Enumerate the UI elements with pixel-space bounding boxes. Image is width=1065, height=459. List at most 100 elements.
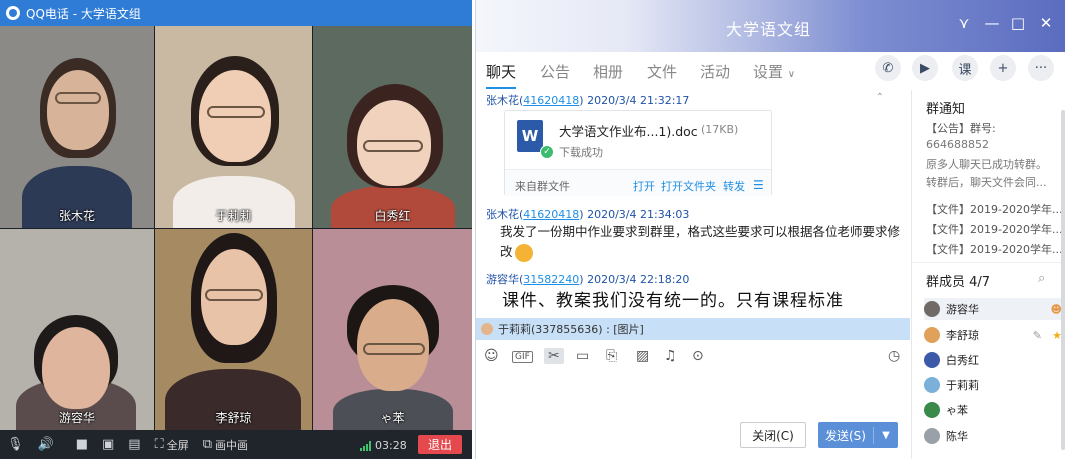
video-tile[interactable]: 游容华: [0, 229, 154, 430]
participant-name: 李舒琼: [215, 411, 252, 425]
message-meta: 张木花(41620418) 2020/3/4 21:34:03: [486, 208, 690, 221]
file-actions: 来自群文件 打开 打开文件夹 转发 ☰: [505, 169, 771, 196]
pip-icon: ⧉: [202, 437, 212, 452]
avatar: [924, 402, 940, 418]
chevron-down-icon[interactable]: ▼: [874, 430, 898, 441]
fullscreen-button[interactable]: ⛶ 全屏: [148, 430, 196, 459]
scissors-icon[interactable]: ✂: [544, 348, 564, 364]
speaker-icon[interactable]: 🔊: [31, 430, 61, 459]
member-item[interactable]: 李舒琼 ✎ ★: [924, 324, 1064, 346]
participant-name: 于莉莉: [215, 209, 252, 223]
video-tile[interactable]: 白秀红: [313, 26, 472, 228]
tab-album[interactable]: 相册: [593, 61, 623, 82]
more-tools-icon[interactable]: ⊙: [692, 348, 704, 364]
sender-name: 张木花: [486, 94, 519, 107]
call-toolbar: 🎙 🔊 ■ ▣ ▤ ⛶ 全屏 ⧉ 画中画 03:28 退出: [0, 430, 472, 459]
member-name: ゃ苯: [946, 404, 968, 417]
message-time: 2020/3/4 21:32:17: [587, 94, 690, 107]
notice-title: 群通知: [926, 102, 966, 117]
emoji-icon[interactable]: ☺: [484, 348, 499, 364]
voice-call-icon[interactable]: ✆: [875, 55, 901, 81]
message-text-tail: 改: [500, 244, 513, 259]
tab-settings[interactable]: 设置 ∨: [753, 61, 795, 82]
avatar: [924, 327, 940, 343]
new-message-bar[interactable]: 于莉莉(337855636) : [图片]: [476, 318, 910, 340]
hangup-button[interactable]: 退出: [418, 435, 462, 454]
doc-icon[interactable]: ⎘: [606, 348, 617, 364]
history-icon[interactable]: ◷: [888, 348, 900, 364]
file-card[interactable]: W ✓ 大学语文作业布...1).doc (17KB) 下载成功 来自群文件 打…: [504, 110, 772, 196]
avatar: [924, 377, 940, 393]
edit-icon: ✎: [1032, 328, 1042, 342]
member-name: 白秀红: [946, 354, 979, 367]
message-text-continued: 改: [500, 242, 533, 262]
bell-icon[interactable]: ♫: [664, 348, 677, 364]
scrollbar[interactable]: [1061, 110, 1065, 450]
close-button[interactable]: 关闭(C): [740, 422, 806, 448]
qq-logo-icon: [6, 6, 20, 20]
forward-link[interactable]: 转发: [723, 178, 745, 194]
notice-doc[interactable]: 【文件】2019-2020学年...: [926, 221, 1062, 237]
open-folder-link[interactable]: 打开文件夹: [661, 178, 716, 194]
video-tile[interactable]: 李舒琼: [155, 229, 312, 430]
member-item[interactable]: 于莉莉: [924, 374, 979, 396]
message-text: 我发了一份期中作业要求到群里，格式这些要求可以根据各位老师要求修: [500, 224, 901, 239]
sender-uid[interactable]: 31582240: [523, 273, 579, 286]
chat-titlebar: 大学语文组 ⋎ — □ ✕: [476, 0, 1065, 52]
participant-name: 张木花: [58, 209, 95, 223]
chevron-down-icon: ∨: [787, 69, 796, 80]
members-title: 群成员 4/7: [926, 275, 991, 290]
sender-name: 张木花: [486, 208, 519, 221]
laughing-emoji-icon: [514, 243, 533, 262]
message-text-large: 课件、教案我们没有统一的。只有课程标准: [502, 291, 844, 311]
menu-icon[interactable]: ⋎: [954, 14, 974, 32]
member-name: 李舒琼: [946, 329, 979, 342]
open-file-link[interactable]: 打开: [633, 178, 655, 194]
more-icon[interactable]: ···: [1028, 55, 1054, 81]
collapse-icon[interactable]: ⌃: [876, 92, 884, 103]
microphone-icon[interactable]: 🎙: [0, 430, 31, 459]
tab-files[interactable]: 文件: [647, 61, 677, 82]
camera-icon[interactable]: ■: [69, 430, 95, 459]
tab-chat[interactable]: 聊天: [486, 61, 516, 82]
sender-uid[interactable]: 41620418: [523, 94, 579, 107]
screen-share-icon[interactable]: ▣: [95, 430, 121, 459]
participant-name: ゃ苯: [380, 411, 405, 425]
gif-icon[interactable]: GIF: [512, 351, 533, 363]
file-name: 大学语文作业布...1).doc: [559, 124, 698, 139]
close-icon[interactable]: ✕: [1036, 14, 1056, 32]
notice-doc[interactable]: 【文件】2019-2020学年...: [926, 201, 1062, 217]
tab-activity[interactable]: 活动: [700, 61, 730, 82]
message-meta: 张木花(41620418) 2020/3/4 21:32:17: [486, 94, 690, 107]
notice-line: 转群后，聊天文件会同...: [926, 176, 1047, 189]
avatar: [481, 323, 493, 335]
sender-uid[interactable]: 41620418: [523, 208, 579, 221]
call-title: QQ电话 - 大学语文组: [26, 6, 141, 21]
folder-icon[interactable]: ▭: [576, 348, 589, 364]
maximize-icon[interactable]: □: [1008, 14, 1028, 32]
video-tile[interactable]: 张木花: [0, 26, 154, 228]
search-icon[interactable]: ⌕: [1038, 271, 1045, 286]
video-call-icon[interactable]: ▶: [912, 55, 938, 81]
video-tile[interactable]: ゃ苯: [313, 229, 472, 430]
member-item[interactable]: 白秀红: [924, 349, 979, 371]
avatar: [924, 352, 940, 368]
list-menu-icon[interactable]: ☰: [753, 178, 764, 192]
member-item[interactable]: ゃ苯: [924, 399, 968, 421]
word-doc-icon: W: [517, 120, 543, 152]
participant-name: 白秀红: [374, 209, 411, 223]
notice-doc[interactable]: 【文件】2019-2020学年...: [926, 241, 1062, 257]
classroom-icon[interactable]: 课: [952, 55, 978, 81]
minimize-icon[interactable]: —: [982, 14, 1002, 32]
member-item[interactable]: 游容华 ☻: [924, 298, 1064, 320]
notice-line: 原多人聊天已成功转群。: [926, 158, 1047, 171]
member-item[interactable]: 陈华: [924, 425, 968, 447]
pip-button[interactable]: ⧉ 画中画: [196, 430, 255, 459]
whiteboard-icon[interactable]: ▤: [121, 430, 147, 459]
send-button[interactable]: 发送(S) ▼: [818, 422, 898, 448]
image-icon[interactable]: ▨: [636, 348, 649, 364]
video-tile[interactable]: 于莉莉: [155, 26, 312, 228]
add-app-icon[interactable]: +: [990, 55, 1016, 81]
message-input[interactable]: 关闭(C) 发送(S) ▼: [476, 370, 910, 459]
tab-announcement[interactable]: 公告: [540, 61, 570, 82]
